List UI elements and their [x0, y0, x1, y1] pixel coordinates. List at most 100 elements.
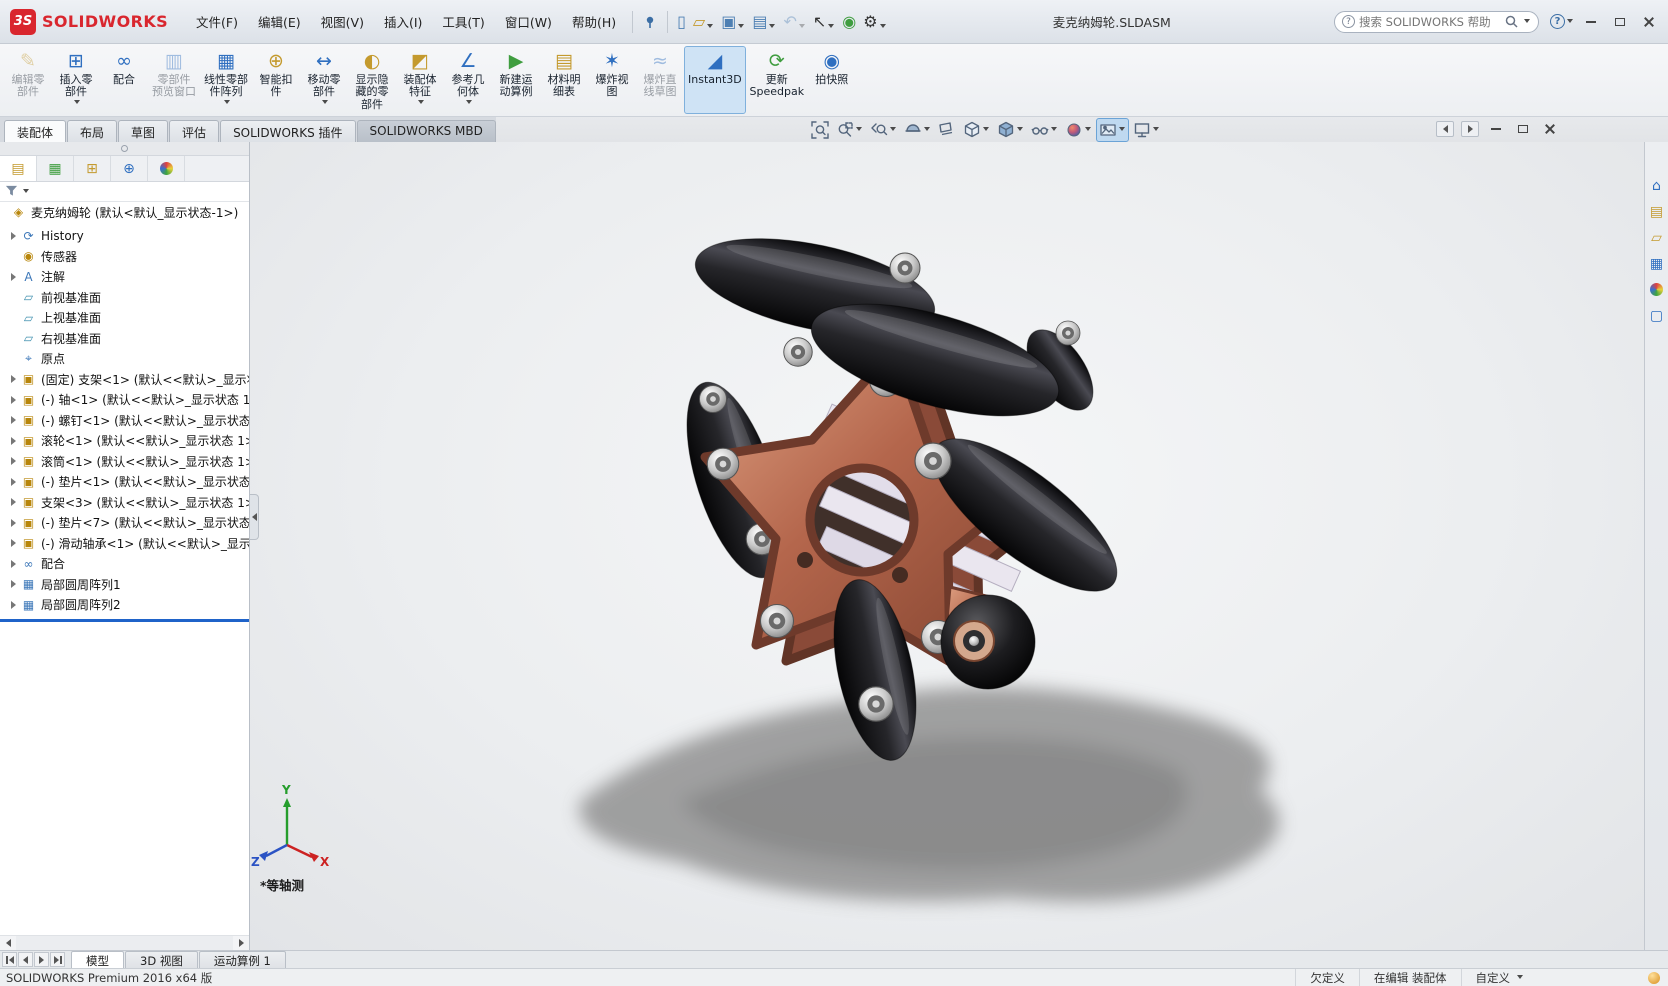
expand-arrow-icon[interactable]: [10, 477, 16, 486]
tree-item[interactable]: ▣ 滚筒<1> (默认<<默认>_显示状态 1>): [0, 451, 249, 472]
dimxpertmanager-tab[interactable]: ⊕: [111, 156, 148, 181]
rebuild-button[interactable]: ◉: [839, 12, 859, 32]
tree-item[interactable]: ▣ (固定) 支架<1> (默认<<默认>_显示状态 1>): [0, 369, 249, 390]
doc-minimize-button[interactable]: [1486, 121, 1506, 137]
new-document-button[interactable]: ▯: [674, 12, 689, 32]
update-speedpak-button[interactable]: ⟳ 更新 Speedpak: [746, 46, 808, 114]
tree-item[interactable]: ⌖ 原点: [0, 349, 249, 370]
home-icon[interactable]: ⌂: [1647, 176, 1667, 195]
edit-appearance-button[interactable]: [1062, 118, 1095, 142]
menu-item[interactable]: 编辑(E): [248, 7, 311, 36]
component-preview-window-button[interactable]: ▥ 零部件 预览窗口: [148, 46, 200, 114]
expand-arrow-icon[interactable]: [10, 231, 16, 240]
menu-item[interactable]: 帮助(H): [562, 7, 626, 36]
custom-properties-icon[interactable]: ▢: [1647, 306, 1667, 325]
scroll-right-button[interactable]: [233, 936, 249, 950]
expand-arrow-icon[interactable]: [10, 395, 16, 404]
select-button[interactable]: ↖: [810, 12, 838, 32]
tree-item[interactable]: ∞ 配合: [0, 554, 249, 575]
doc-close-button[interactable]: [1540, 121, 1560, 137]
move-component-button[interactable]: ↔ 移动零 部件: [300, 46, 348, 114]
tree-item[interactable]: ◉ 传感器: [0, 246, 249, 267]
tree-item[interactable]: ▣ 支架<3> (默认<<默认>_显示状态 1>): [0, 492, 249, 513]
view-settings-button[interactable]: [1130, 118, 1163, 142]
view-palette-icon[interactable]: ▦: [1647, 254, 1667, 273]
section-view-button[interactable]: [901, 118, 934, 142]
tree-item[interactable]: A 注解: [0, 267, 249, 288]
next-pane-button[interactable]: [1461, 121, 1479, 137]
menu-item[interactable]: 窗口(W): [495, 7, 562, 36]
featuremanager-tab[interactable]: ▤: [0, 156, 37, 181]
tree-item[interactable]: ▣ (-) 垫片<7> (默认<<默认>_显示状态 1>): [0, 513, 249, 534]
menu-item[interactable]: 工具(T): [432, 7, 494, 36]
linear-component-pattern-button[interactable]: ▦ 线性零部 件阵列: [200, 46, 252, 114]
panel-collapse-handle[interactable]: [250, 494, 259, 540]
search-scope-caret-icon[interactable]: [1524, 18, 1530, 23]
first-tab-button[interactable]: [2, 952, 17, 967]
appearances-icon[interactable]: ●: [1647, 280, 1667, 299]
tree-item[interactable]: ▣ 滚轮<1> (默认<<默认>_显示状态 1>): [0, 431, 249, 452]
scroll-left-button[interactable]: [0, 936, 16, 950]
tree-item[interactable]: ▱ 右视基准面: [0, 328, 249, 349]
status-customize-menu[interactable]: 自定义: [1460, 969, 1539, 986]
close-button[interactable]: [1636, 12, 1662, 32]
exploded-view-button[interactable]: ✶ 爆炸视 图: [588, 46, 636, 114]
bill-of-materials-button[interactable]: ▤ 材料明 细表: [540, 46, 588, 114]
expand-arrow-icon[interactable]: [10, 580, 16, 589]
tree-item[interactable]: ▦ 局部圆周阵列1: [0, 574, 249, 595]
save-button[interactable]: ▣: [718, 12, 748, 32]
take-snapshot-button[interactable]: ◉ 拍快照: [808, 46, 856, 114]
apply-scene-button[interactable]: [1095, 118, 1129, 142]
expand-arrow-icon[interactable]: [10, 539, 16, 548]
tree-item[interactable]: ▣ (-) 轴<1> (默认<<默认>_显示状态 1>): [0, 390, 249, 411]
expand-arrow-icon[interactable]: [10, 600, 16, 609]
command-tab[interactable]: SOLIDWORKS MBD: [356, 120, 496, 142]
command-tab[interactable]: 评估: [169, 120, 220, 142]
open-button[interactable]: ▱: [690, 12, 717, 32]
dynamic-annotation-views-button[interactable]: [935, 118, 959, 142]
expand-arrow-icon[interactable]: [10, 457, 16, 466]
previous-view-button[interactable]: [867, 118, 900, 142]
scrollbar-track[interactable]: [16, 936, 233, 950]
tree-item[interactable]: ▣ (-) 垫片<1> (默认<<默认>_显示状态 1>): [0, 472, 249, 493]
next-tab-button[interactable]: [34, 952, 49, 967]
prev-tab-button[interactable]: [18, 952, 33, 967]
document-tab[interactable]: 模型: [71, 951, 124, 968]
file-explorer-icon[interactable]: ▱: [1647, 228, 1667, 247]
document-tab[interactable]: 运动算例 1: [198, 951, 286, 968]
expand-arrow-icon[interactable]: [10, 436, 16, 445]
expand-arrow-icon[interactable]: [10, 416, 16, 425]
command-tab[interactable]: 草图: [118, 120, 169, 142]
menu-item[interactable]: 文件(F): [186, 7, 248, 36]
previous-pane-button[interactable]: [1436, 121, 1454, 137]
zoom-to-fit-button[interactable]: [808, 118, 832, 142]
mate-button[interactable]: ∞ 配合: [100, 46, 148, 114]
expand-arrow-icon[interactable]: [10, 518, 16, 527]
configurationmanager-tab[interactable]: ⊞: [74, 156, 111, 181]
command-tab[interactable]: 装配体: [4, 120, 67, 142]
propertymanager-tab[interactable]: ▦: [37, 156, 74, 181]
command-tab[interactable]: 布局: [67, 120, 118, 142]
last-tab-button[interactable]: [50, 952, 65, 967]
tree-root-item[interactable]: ◈ 麦克纳姆轮 (默认<默认_显示状态-1>): [0, 202, 249, 223]
tree-filter-bar[interactable]: [0, 182, 249, 202]
menu-item[interactable]: 视图(V): [311, 7, 374, 36]
instant3d-button[interactable]: ◢ Instant3D: [684, 46, 746, 114]
tree-item[interactable]: ▱ 上视基准面: [0, 308, 249, 329]
insert-component-button[interactable]: ⊞ 插入零 部件: [52, 46, 100, 114]
maximize-button[interactable]: [1607, 12, 1633, 32]
tree-item[interactable]: ▣ (-) 螺钉<1> (默认<<默认>_显示状态 1>): [0, 410, 249, 431]
menu-item[interactable]: 插入(I): [374, 7, 432, 36]
minimize-button[interactable]: [1578, 12, 1604, 32]
help-search-box[interactable]: ?: [1334, 10, 1539, 33]
search-icon[interactable]: [1505, 15, 1518, 28]
reference-geometry-button[interactable]: ∠ 参考几 何体: [444, 46, 492, 114]
expand-arrow-icon[interactable]: [10, 375, 16, 384]
new-motion-study-button[interactable]: ▶ 新建运 动算例: [492, 46, 540, 114]
graphics-viewport[interactable]: Y X Z *等轴测: [250, 142, 1644, 950]
explode-line-sketch-button[interactable]: ≈ 爆炸直 线草图: [636, 46, 684, 114]
expand-arrow-icon[interactable]: [10, 272, 16, 281]
expand-arrow-icon[interactable]: [10, 498, 16, 507]
tree-item[interactable]: ⟳ History: [0, 226, 249, 247]
smart-fasteners-button[interactable]: ⊕ 智能扣 件: [252, 46, 300, 114]
